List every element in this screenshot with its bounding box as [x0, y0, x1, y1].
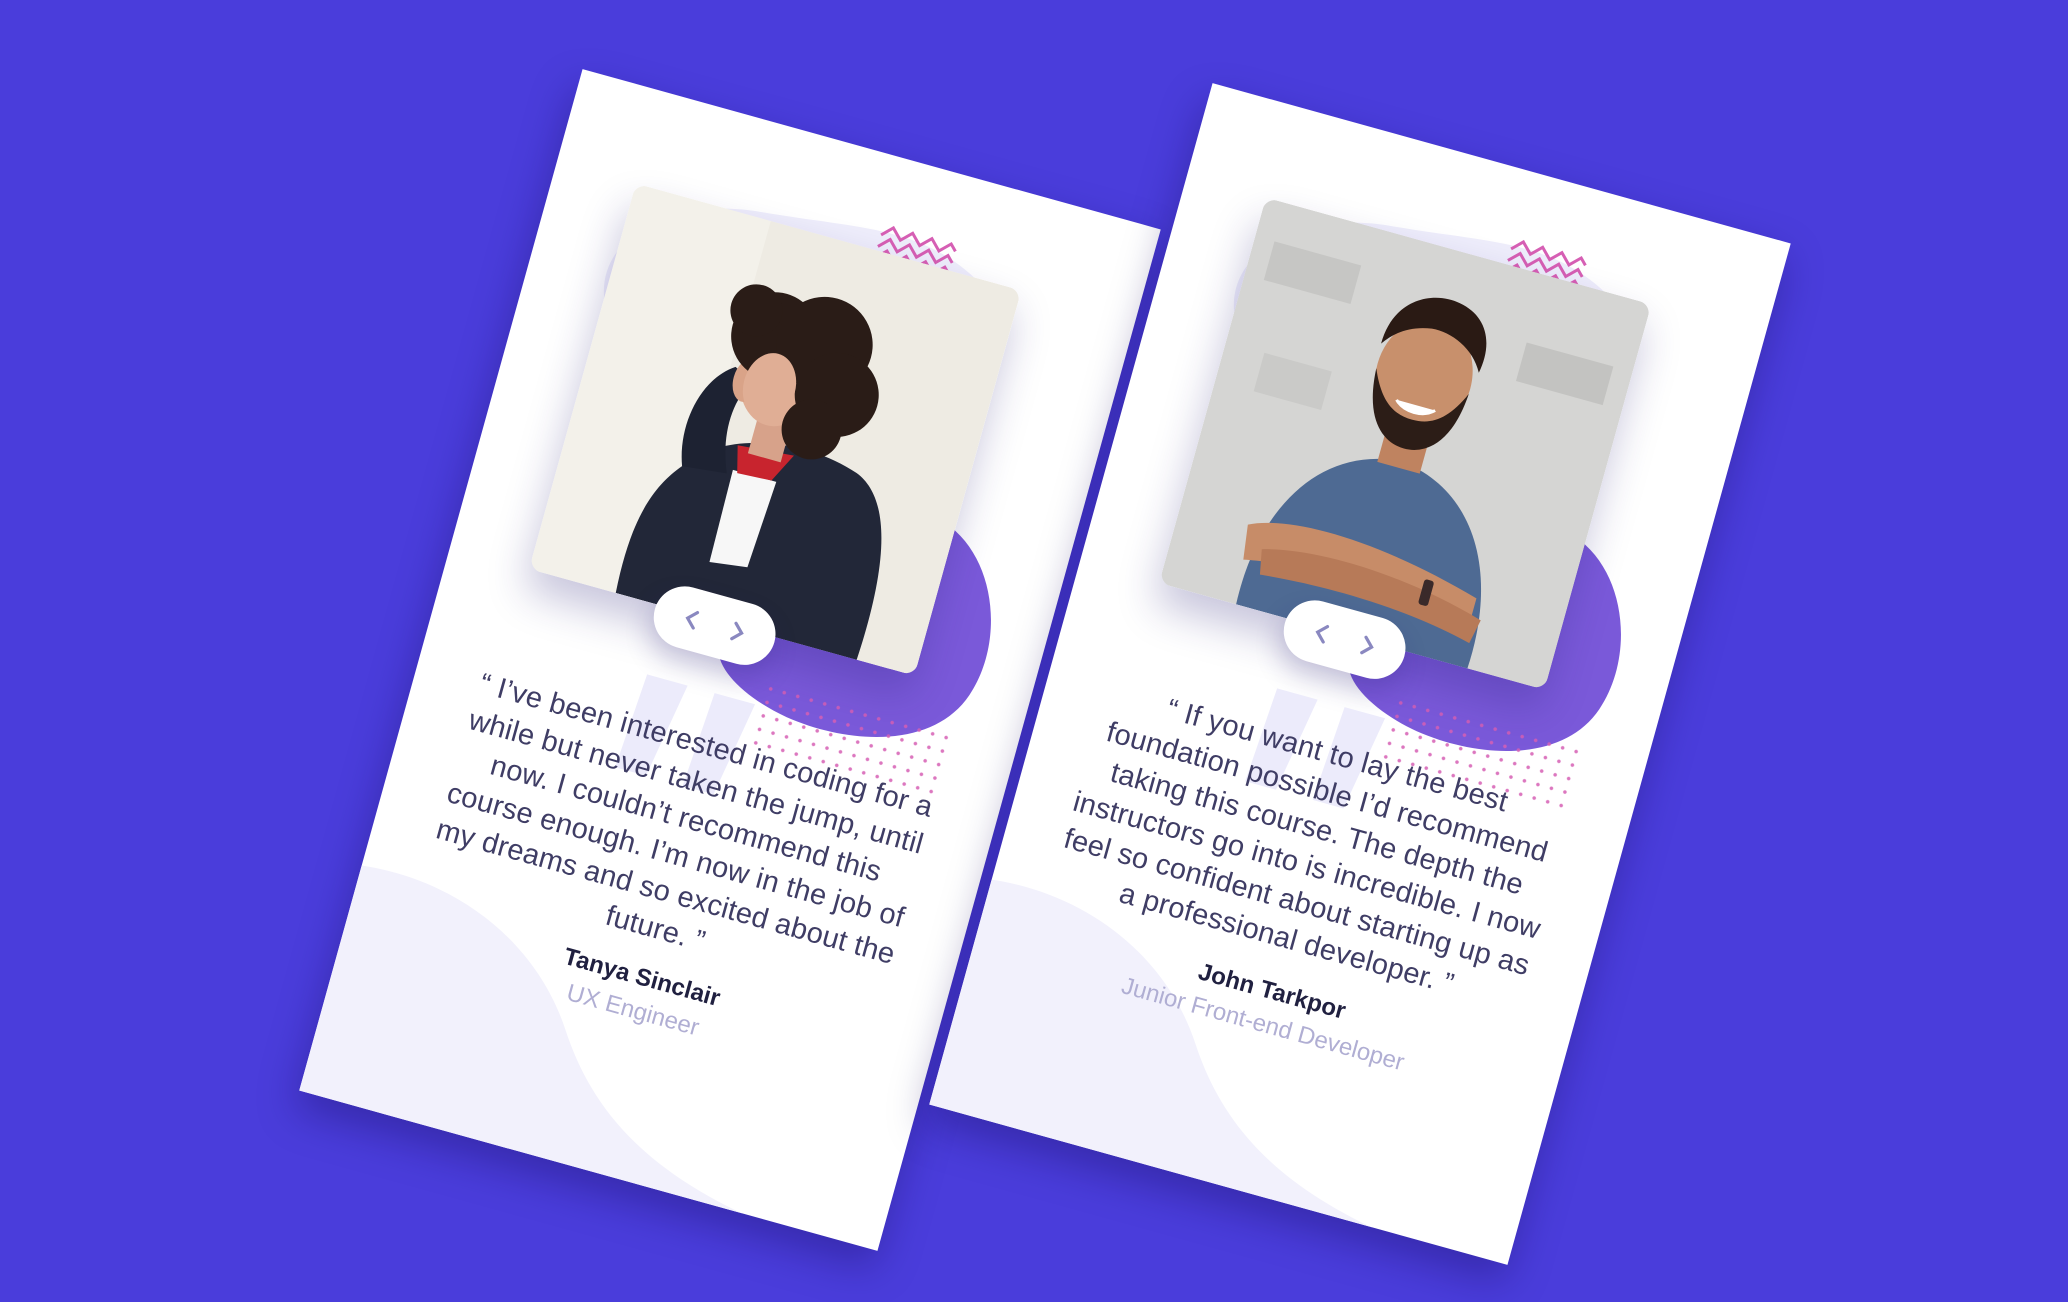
chevron-left-icon [685, 610, 700, 630]
chevron-right-icon [730, 621, 744, 641]
next-button[interactable] [1343, 621, 1392, 670]
tanya-photo [529, 183, 1022, 676]
previous-button[interactable] [1297, 609, 1346, 658]
chevron-left-icon [1315, 624, 1330, 644]
chevron-right-icon [1360, 635, 1374, 655]
john-photo [1159, 197, 1652, 690]
portrait-man-icon [1159, 197, 1652, 690]
testimonial-quote: “ If you want to lay the best foundation… [1060, 693, 1552, 1001]
next-button[interactable] [713, 607, 762, 656]
portrait-woman-icon [529, 183, 1022, 676]
previous-button[interactable] [667, 595, 716, 644]
